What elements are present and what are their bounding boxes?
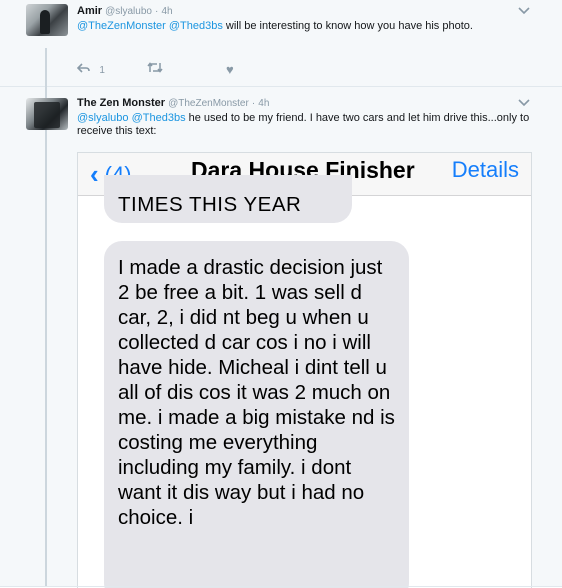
tweet-text: @TheZenMonster @Thed3bs will be interest… bbox=[77, 20, 517, 33]
message-bubble: I made a drastic decision just 2 be free… bbox=[104, 241, 409, 588]
user-handle[interactable]: @TheZenMonster bbox=[168, 98, 249, 109]
reply-button[interactable]: 1 bbox=[76, 62, 105, 76]
timestamp[interactable]: 4h bbox=[161, 6, 172, 17]
reply-count: 1 bbox=[99, 65, 105, 76]
message-bubble: TIMES THIS YEAR bbox=[104, 175, 352, 223]
like-button[interactable]: ♥ bbox=[226, 62, 234, 77]
mention-link[interactable]: @TheZenMonster bbox=[77, 20, 166, 32]
tweet-header: The Zen Monster @TheZenMonster · 4h bbox=[77, 97, 269, 110]
avatar[interactable] bbox=[26, 4, 68, 36]
chevron-down-icon[interactable] bbox=[518, 4, 530, 18]
tweet-text: @slyalubo @Thed3bs he used to be my frie… bbox=[77, 112, 547, 138]
separator-dot: · bbox=[155, 6, 159, 17]
reply-icon bbox=[76, 62, 93, 76]
mention-link[interactable]: @Thed3bs bbox=[132, 112, 186, 124]
separator-dot: · bbox=[251, 98, 256, 109]
tweet-body: will be interesting to know how you have… bbox=[222, 20, 473, 32]
chevron-down-icon[interactable] bbox=[518, 96, 530, 110]
tweet-header: Amir @slyalubo · 4h bbox=[77, 5, 173, 18]
chevron-left-icon: ‹ bbox=[90, 159, 99, 189]
display-name[interactable]: Amir bbox=[77, 5, 102, 17]
timestamp[interactable]: 4h bbox=[258, 98, 269, 109]
retweet-button[interactable] bbox=[147, 62, 163, 76]
mention-link[interactable]: @Thed3bs bbox=[169, 20, 223, 32]
mention-link[interactable]: @slyalubo bbox=[77, 112, 129, 124]
tweet-divider bbox=[0, 86, 562, 87]
attached-photo[interactable]: ‹(4) Dara House Finisher Details TIMES T… bbox=[77, 152, 532, 588]
details-link: Details bbox=[451, 157, 519, 182]
heart-icon: ♥ bbox=[226, 62, 234, 77]
retweet-icon bbox=[147, 62, 163, 76]
user-handle[interactable]: @slyalubo bbox=[105, 6, 152, 17]
avatar[interactable] bbox=[26, 98, 68, 130]
display-name[interactable]: The Zen Monster bbox=[77, 97, 165, 109]
